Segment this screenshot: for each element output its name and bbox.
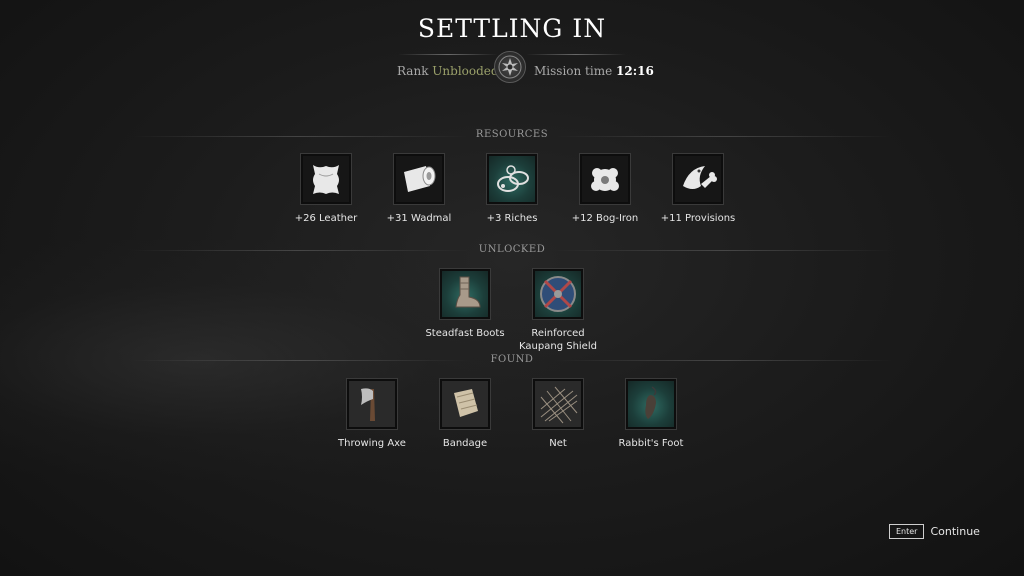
- mission-time: Mission time 12:16: [534, 64, 654, 78]
- shield-icon: [533, 269, 583, 319]
- resources-heading: RESOURCES: [475, 129, 549, 140]
- found-label: Rabbit's Foot: [618, 438, 684, 449]
- page-title: SETTLING IN: [417, 14, 607, 43]
- unlocked-label-line1: Reinforced: [531, 328, 585, 339]
- mission-time-label: Mission time: [534, 64, 613, 78]
- found-item-rabbits-foot: Rabbit's Foot: [596, 379, 706, 450]
- rabbits-foot-icon: [626, 379, 676, 429]
- title-divider-left: [398, 54, 498, 55]
- mission-time-value: 12:16: [616, 64, 654, 78]
- rank-info: Rank Unblooded: [397, 64, 499, 78]
- rank-emblem-icon: [494, 51, 526, 83]
- unlocked-label-line2: Kaupang Shield: [519, 341, 597, 352]
- enter-key-hint: Enter: [889, 524, 925, 539]
- resource-item-provisions: +11 Provisions: [643, 154, 753, 225]
- found-heading: FOUND: [490, 354, 534, 365]
- unlocked-label: Reinforced Kaupang Shield: [503, 327, 613, 353]
- resource-label: +11 Provisions: [660, 213, 736, 224]
- title-divider-right: [526, 54, 626, 55]
- wadmal-icon: [394, 154, 444, 204]
- riches-icon: [487, 154, 537, 204]
- net-icon: [533, 379, 583, 429]
- continue-button[interactable]: Enter Continue: [889, 524, 980, 539]
- axe-icon: [347, 379, 397, 429]
- rank-value: Unblooded: [432, 64, 499, 78]
- boots-icon: [440, 269, 490, 319]
- unlocked-heading: UNLOCKED: [478, 244, 546, 255]
- rank-label: Rank: [397, 64, 429, 78]
- bandage-icon: [440, 379, 490, 429]
- leather-icon: [301, 154, 351, 204]
- continue-label: Continue: [930, 525, 980, 538]
- provisions-icon: [673, 154, 723, 204]
- bog-iron-icon: [580, 154, 630, 204]
- unlocked-item-shield: Reinforced Kaupang Shield: [503, 269, 613, 353]
